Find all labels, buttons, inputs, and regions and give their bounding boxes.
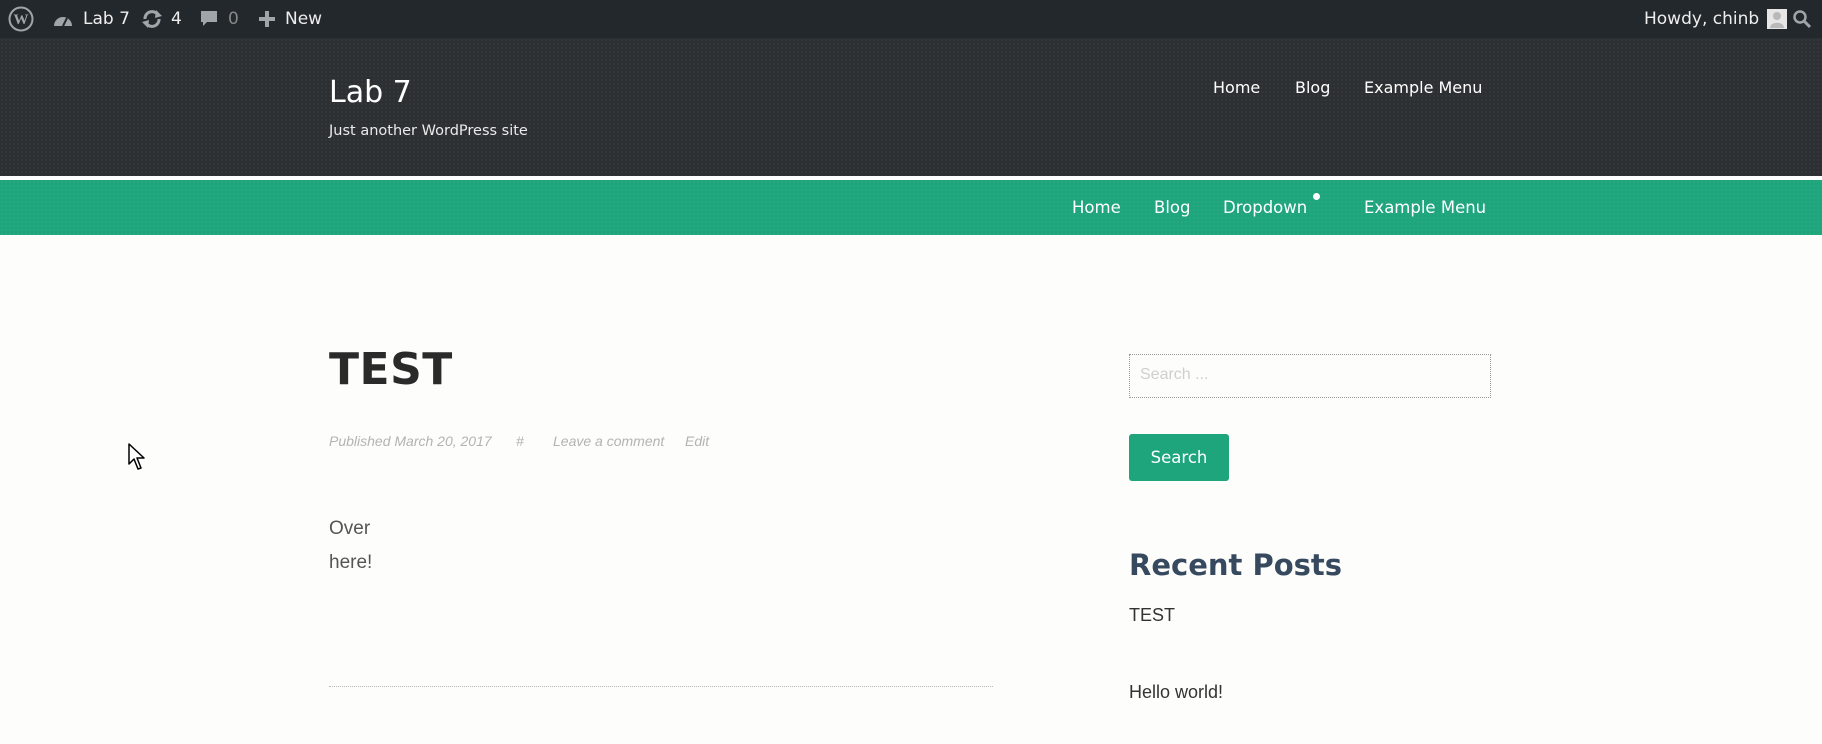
- primary-navigation: Home Blog Dropdown Example Menu: [0, 180, 1822, 235]
- primary-nav-example-menu[interactable]: Example Menu: [1364, 198, 1486, 217]
- post-date[interactable]: Published March 20, 2017: [329, 433, 492, 449]
- post-content-line: here!: [329, 552, 373, 573]
- site-header: Lab 7 Just another WordPress site Home B…: [0, 38, 1822, 176]
- plus-icon: [259, 11, 275, 27]
- post-permalink[interactable]: #: [516, 433, 524, 449]
- site-tagline: Just another WordPress site: [329, 123, 528, 139]
- updates-refresh-icon: [142, 10, 162, 28]
- edit-post-link[interactable]: Edit: [685, 433, 709, 449]
- updates-count: 4: [171, 9, 182, 29]
- admin-bar-site-link[interactable]: Lab 7: [52, 0, 130, 38]
- user-avatar-icon: [1770, 12, 1785, 28]
- recent-post-link[interactable]: Hello world!: [1129, 682, 1223, 703]
- primary-nav-dropdown[interactable]: Dropdown: [1223, 198, 1307, 217]
- dashboard-gauge-icon: [54, 17, 72, 27]
- recent-post-link[interactable]: TEST: [1129, 605, 1175, 626]
- avatar: [1767, 9, 1788, 29]
- top-nav-example-menu[interactable]: Example Menu: [1364, 78, 1482, 97]
- admin-bar-updates[interactable]: 4: [141, 0, 182, 38]
- primary-nav-home[interactable]: Home: [1072, 198, 1121, 217]
- admin-bar-site-name: Lab 7: [83, 9, 130, 29]
- top-nav-blog[interactable]: Blog: [1295, 78, 1330, 97]
- admin-bar-new[interactable]: New: [258, 0, 322, 38]
- comments-count: 0: [228, 9, 239, 29]
- post-title[interactable]: TEST: [329, 344, 453, 395]
- site-title[interactable]: Lab 7: [329, 75, 412, 110]
- dropdown-indicator-icon: [1313, 193, 1320, 200]
- search-input[interactable]: Search ...: [1129, 354, 1491, 398]
- admin-bar-comments[interactable]: 0: [199, 0, 239, 38]
- recent-posts-heading: Recent Posts: [1129, 548, 1343, 582]
- admin-bar: W Lab 7 4 0 New Howdy, chinb: [0, 0, 1822, 38]
- admin-bar-search[interactable]: [1792, 0, 1812, 38]
- comment-bubble-icon: [201, 11, 217, 26]
- primary-nav-blog[interactable]: Blog: [1154, 198, 1190, 217]
- wordpress-logo-icon[interactable]: W: [8, 0, 34, 38]
- mouse-cursor-icon: [128, 443, 145, 470]
- post-content-line: Over: [329, 518, 371, 539]
- search-icon: [1793, 10, 1812, 29]
- howdy-greeting: Howdy, chinb: [1644, 9, 1760, 29]
- leave-comment-link[interactable]: Leave a comment: [553, 433, 664, 449]
- svg-text:W: W: [14, 12, 29, 28]
- search-button[interactable]: Search: [1129, 434, 1229, 481]
- admin-bar-account[interactable]: Howdy, chinb: [1644, 0, 1788, 38]
- top-nav-home[interactable]: Home: [1213, 78, 1260, 97]
- new-label: New: [285, 9, 323, 29]
- post-divider: [329, 686, 993, 687]
